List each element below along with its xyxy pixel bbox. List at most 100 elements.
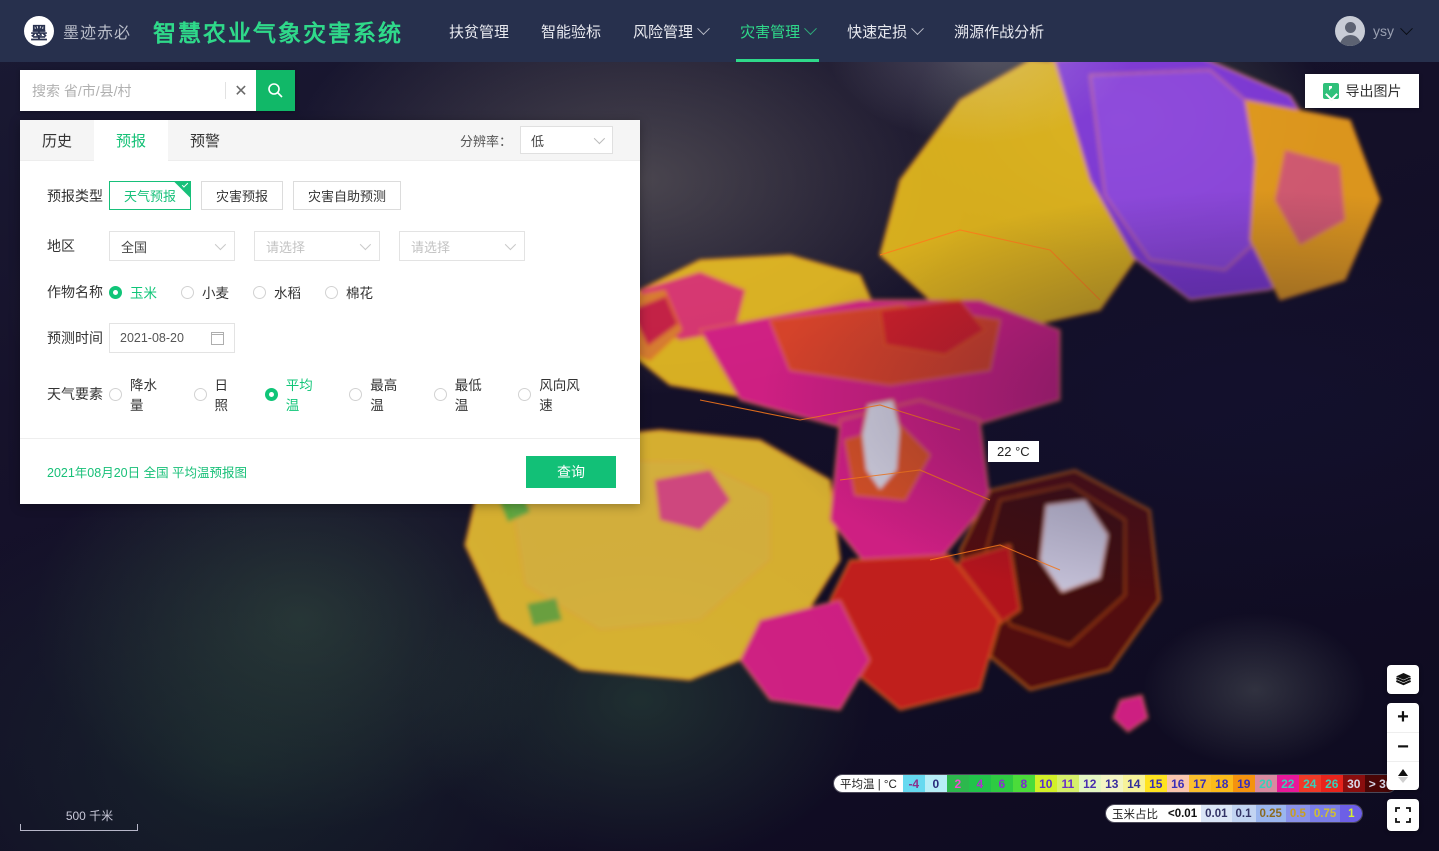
weather-element-option-label: 最低温 [454, 378, 482, 413]
crop-ratio-legend-title: 玉米占比 [1106, 805, 1164, 822]
nav-item-label: 扶贫管理 [449, 23, 510, 41]
temperature-legend-title: 平均温 | °C [834, 775, 903, 792]
weather-element-option-2[interactable]: 平均温 [264, 374, 326, 414]
temperature-legend-cell-6: 10 [1034, 775, 1057, 792]
weather-element-option-4[interactable]: 最低温 [433, 374, 495, 414]
temperature-legend-cell-14: 18 [1210, 775, 1233, 792]
forecast-type-option-label: 灾害预报 [216, 189, 269, 204]
temperature-legend: 平均温 | °C -4 0 2 4 6 8 10 11 12 13 14 15 16 17 18 19 20 22… [833, 774, 1398, 793]
user-name: ysy [1373, 23, 1394, 39]
radio-icon[interactable] [109, 387, 122, 401]
crop-option-2[interactable]: 水稻 [253, 282, 301, 302]
tab-1[interactable]: 预报 [94, 119, 168, 161]
weather-element-label: 天气要素 [47, 386, 103, 402]
region-select-2[interactable]: 请选择 [399, 231, 525, 261]
nav-item-0[interactable]: 扶贫管理 [433, 0, 525, 62]
radio-icon[interactable] [109, 285, 122, 299]
main-nav: 扶贫管理 智能验标 风险管理 灾害管理 快速定损 溯源作战分析 [433, 0, 1060, 62]
crop-ratio-legend-cell-6: 1 [1340, 805, 1363, 822]
resolution-select[interactable]: 低 [520, 126, 613, 154]
panel-footer: 2021年08月20日 全国 平均温预报图 查询 [20, 438, 640, 504]
app-root: 22 °C 墨 墨迹赤必 智慧农业气象灾害系统 扶贫管理 智能验标 风险管理 灾害管理… [0, 0, 1439, 851]
nav-item-1[interactable]: 智能验标 [525, 0, 617, 62]
radio-icon[interactable] [433, 387, 447, 401]
crop-ratio-legend-cell-2: 0.1 [1231, 805, 1256, 822]
forecast-time-row: 预测时间 2021-08-20 [47, 323, 616, 353]
region-select-0[interactable]: 全国 [109, 231, 235, 261]
crop-ratio-legend-cell-0: <0.01 [1164, 805, 1202, 822]
crop-option-1[interactable]: 小麦 [181, 282, 229, 302]
temperature-legend-cell-2: 2 [946, 775, 969, 792]
fullscreen-button[interactable] [1387, 799, 1419, 831]
compass-button[interactable] [1387, 761, 1419, 790]
clear-icon[interactable]: ✕ [226, 70, 256, 111]
radio-icon[interactable] [349, 387, 363, 401]
temperature-legend-cell-19: 26 [1320, 775, 1343, 792]
layers-button[interactable] [1387, 665, 1419, 694]
forecast-date-picker[interactable]: 2021-08-20 [109, 323, 235, 353]
temperature-legend-cell-16: 20 [1254, 775, 1277, 792]
check-icon [181, 182, 189, 188]
resolution-label: 分辨率： [459, 133, 512, 149]
radio-icon[interactable] [193, 387, 207, 401]
user-menu[interactable]: ysy [1335, 16, 1421, 46]
forecast-type-option-1[interactable]: 灾害预报 [201, 181, 284, 210]
tab-0[interactable]: 历史 [20, 120, 94, 161]
zoom-in-button[interactable]: + [1387, 703, 1419, 732]
nav-item-4[interactable]: 快速定损 [831, 0, 938, 62]
fullscreen-icon [1395, 807, 1411, 823]
weather-element-option-label: 最高温 [370, 378, 398, 413]
search-bar: ✕ [20, 70, 296, 111]
weather-element-option-label: 平均温 [285, 378, 313, 413]
panel-tabs: 历史 预报 预警 分辨率： 低 [20, 119, 640, 161]
radio-icon[interactable] [181, 285, 194, 299]
temperature-legend-cell-9: 13 [1100, 775, 1123, 792]
nav-item-3[interactable]: 灾害管理 [724, 0, 831, 62]
weather-element-option-3[interactable]: 最高温 [349, 374, 410, 414]
tab-2[interactable]: 预警 [168, 120, 242, 161]
resolution-control: 分辨率： 低 [460, 126, 640, 154]
zoom-out-button[interactable]: − [1387, 732, 1419, 761]
export-image-button[interactable]: 导出图片 [1305, 74, 1419, 108]
nav-item-2[interactable]: 风险管理 [617, 0, 724, 62]
nav-item-label: 溯源作战分析 [954, 23, 1045, 41]
layers-icon [1395, 673, 1411, 686]
forecast-type-option-0[interactable]: 天气预报 [109, 181, 192, 210]
weather-element-option-5[interactable]: 风向风速 [518, 374, 592, 414]
crop-option-label: 棉花 [346, 286, 373, 301]
search-icon [268, 83, 283, 98]
nav-item-5[interactable]: 溯源作战分析 [938, 0, 1060, 62]
top-navigation-bar: 墨 墨迹赤必 智慧农业气象灾害系统 扶贫管理 智能验标 风险管理 灾害管理 快速定损 溯源… [0, 0, 1439, 62]
crop-option-0[interactable]: 玉米 [109, 282, 157, 302]
region-label: 地区 [47, 238, 75, 254]
region-select-value: 请选择 [411, 239, 451, 255]
query-button[interactable]: 查询 [526, 455, 616, 488]
chevron-down-icon [1400, 21, 1413, 35]
weather-element-option-0[interactable]: 降水量 [109, 374, 170, 414]
crop-option-3[interactable]: 棉花 [325, 282, 373, 302]
crop-ratio-legend-cell-3: 0.25 [1255, 805, 1286, 822]
temperature-legend-cell-1: 0 [924, 775, 947, 792]
crop-label: 作物名称 [47, 284, 103, 300]
chevron-down-icon [804, 21, 817, 35]
brand-logo[interactable]: 墨 墨迹赤必 [24, 16, 131, 46]
forecast-type-option-2[interactable]: 灾害自助预测 [293, 181, 402, 210]
forecast-type-option-label: 天气预报 [124, 189, 177, 204]
forecast-date-value: 2021-08-20 [120, 331, 184, 345]
radio-icon[interactable] [518, 387, 532, 401]
search-button[interactable] [256, 70, 296, 111]
crop-ratio-legend: 玉米占比 <0.01 0.01 0.1 0.25 0.5 0.75 1 [1105, 804, 1364, 823]
nav-item-label: 灾害管理 [740, 23, 801, 41]
temperature-legend-cell-20: 30 [1342, 775, 1365, 792]
temperature-legend-cell-10: 14 [1122, 775, 1145, 792]
radio-icon[interactable] [264, 387, 278, 401]
radio-icon[interactable] [325, 285, 338, 299]
weather-element-option-1[interactable]: 日照 [193, 374, 241, 414]
crop-options: 玉米 小麦 水稻 棉花 [109, 282, 397, 302]
temperature-legend-cell-18: 24 [1298, 775, 1321, 792]
temperature-legend-cell-8: 12 [1078, 775, 1101, 792]
radio-icon[interactable] [253, 285, 266, 299]
search-input[interactable] [20, 70, 225, 111]
region-select-1[interactable]: 请选择 [254, 231, 380, 261]
forecast-summary-text: 2021年08月20日 全国 平均温预报图 [47, 466, 248, 480]
